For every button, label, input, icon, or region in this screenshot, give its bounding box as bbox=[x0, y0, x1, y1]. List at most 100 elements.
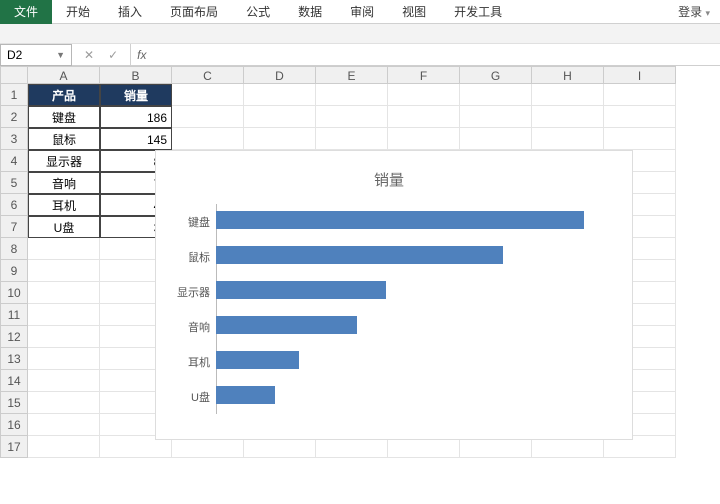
row-header[interactable]: 7 bbox=[0, 216, 28, 238]
column-header[interactable]: D bbox=[244, 66, 316, 84]
row-header[interactable]: 8 bbox=[0, 238, 28, 260]
chart-bar-row: 显示器 bbox=[166, 274, 612, 309]
chart-plot: 键盘鼠标显示器音响耳机U盘 bbox=[166, 204, 612, 414]
cell[interactable] bbox=[28, 326, 100, 348]
row-header[interactable]: 1 bbox=[0, 84, 28, 106]
row-header[interactable]: 17 bbox=[0, 436, 28, 458]
row-header[interactable]: 6 bbox=[0, 194, 28, 216]
chart-bar-row: 键盘 bbox=[166, 204, 612, 239]
column-header[interactable]: A bbox=[28, 66, 100, 84]
row-header[interactable]: 9 bbox=[0, 260, 28, 282]
column-header[interactable]: C bbox=[172, 66, 244, 84]
cell[interactable] bbox=[532, 128, 604, 150]
cell[interactable] bbox=[316, 84, 388, 106]
column-header[interactable]: B bbox=[100, 66, 172, 84]
cell[interactable]: 耳机 bbox=[28, 194, 100, 216]
cell[interactable] bbox=[388, 84, 460, 106]
cell[interactable] bbox=[244, 84, 316, 106]
select-all-corner[interactable] bbox=[0, 66, 28, 84]
cell[interactable] bbox=[532, 106, 604, 128]
enter-icon[interactable]: ✓ bbox=[108, 48, 118, 62]
row: 1产品销量 bbox=[0, 84, 720, 106]
cell[interactable] bbox=[28, 436, 100, 458]
row-header[interactable]: 12 bbox=[0, 326, 28, 348]
cell[interactable] bbox=[28, 392, 100, 414]
row-header[interactable]: 4 bbox=[0, 150, 28, 172]
cell[interactable] bbox=[28, 282, 100, 304]
cell[interactable] bbox=[460, 106, 532, 128]
chevron-down-icon[interactable]: ▼ bbox=[56, 50, 65, 60]
row-header[interactable]: 11 bbox=[0, 304, 28, 326]
cell[interactable]: 显示器 bbox=[28, 150, 100, 172]
row-header[interactable]: 10 bbox=[0, 282, 28, 304]
column-header[interactable]: G bbox=[460, 66, 532, 84]
chart-bar-row: 音响 bbox=[166, 309, 612, 344]
cell[interactable] bbox=[604, 84, 676, 106]
column-header[interactable]: I bbox=[604, 66, 676, 84]
cell[interactable]: 产品 bbox=[28, 84, 100, 106]
chart-category-label: 键盘 bbox=[166, 214, 216, 230]
cell[interactable]: U盘 bbox=[28, 216, 100, 238]
column-header[interactable]: E bbox=[316, 66, 388, 84]
name-box[interactable]: D2 ▼ bbox=[0, 44, 72, 66]
cell[interactable] bbox=[532, 84, 604, 106]
cell[interactable] bbox=[604, 106, 676, 128]
row-header[interactable]: 2 bbox=[0, 106, 28, 128]
cell[interactable] bbox=[28, 348, 100, 370]
cell[interactable]: 186 bbox=[100, 106, 172, 128]
ribbon-tab[interactable]: 插入 bbox=[104, 0, 156, 24]
cell[interactable] bbox=[388, 128, 460, 150]
ribbon-tab[interactable]: 审阅 bbox=[336, 0, 388, 24]
column-header[interactable]: F bbox=[388, 66, 460, 84]
ribbon-tab[interactable]: 公式 bbox=[232, 0, 284, 24]
column-header[interactable]: H bbox=[532, 66, 604, 84]
cell[interactable] bbox=[316, 106, 388, 128]
row-header[interactable]: 13 bbox=[0, 348, 28, 370]
cell[interactable] bbox=[460, 84, 532, 106]
cell[interactable]: 145 bbox=[100, 128, 172, 150]
row-header[interactable]: 3 bbox=[0, 128, 28, 150]
login-label: 登录 bbox=[678, 5, 702, 19]
ribbon-tab[interactable]: 视图 bbox=[388, 0, 440, 24]
ribbon-tab[interactable]: 数据 bbox=[284, 0, 336, 24]
cell[interactable]: 鼠标 bbox=[28, 128, 100, 150]
cell[interactable] bbox=[28, 260, 100, 282]
row-header[interactable]: 16 bbox=[0, 414, 28, 436]
ribbon: 文件 开始插入页面布局公式数据审阅视图开发工具 登录 ▾ bbox=[0, 0, 720, 24]
cell[interactable] bbox=[244, 128, 316, 150]
cell[interactable] bbox=[604, 128, 676, 150]
cell[interactable] bbox=[28, 370, 100, 392]
row-header[interactable]: 14 bbox=[0, 370, 28, 392]
cancel-icon[interactable]: ✕ bbox=[84, 48, 94, 62]
row: 3鼠标145 bbox=[0, 128, 720, 150]
chart[interactable]: 销量 键盘鼠标显示器音响耳机U盘 bbox=[155, 150, 633, 440]
cell[interactable]: 销量 bbox=[100, 84, 172, 106]
login-button[interactable]: 登录 ▾ bbox=[668, 3, 720, 20]
name-box-value: D2 bbox=[7, 48, 22, 62]
cell[interactable] bbox=[172, 84, 244, 106]
cell[interactable] bbox=[28, 414, 100, 436]
cell[interactable]: 音响 bbox=[28, 172, 100, 194]
ribbon-tab[interactable]: 开发工具 bbox=[440, 0, 516, 24]
cell[interactable] bbox=[460, 128, 532, 150]
fx-label[interactable]: fx bbox=[130, 44, 146, 65]
cell[interactable] bbox=[316, 128, 388, 150]
ribbon-tab[interactable]: 开始 bbox=[52, 0, 104, 24]
chevron-down-icon: ▾ bbox=[705, 8, 710, 18]
cell[interactable] bbox=[244, 106, 316, 128]
row-header[interactable]: 15 bbox=[0, 392, 28, 414]
tab-file[interactable]: 文件 bbox=[0, 0, 52, 24]
chart-category-label: 音响 bbox=[166, 319, 216, 335]
ribbon-tab[interactable]: 页面布局 bbox=[156, 0, 232, 24]
cell[interactable] bbox=[172, 128, 244, 150]
cell[interactable]: 键盘 bbox=[28, 106, 100, 128]
cell[interactable] bbox=[28, 238, 100, 260]
chart-bar-row: U盘 bbox=[166, 379, 612, 414]
cell[interactable] bbox=[388, 106, 460, 128]
chart-bar bbox=[216, 351, 299, 369]
cell[interactable] bbox=[172, 106, 244, 128]
chart-bar-row: 耳机 bbox=[166, 344, 612, 379]
row-header[interactable]: 5 bbox=[0, 172, 28, 194]
chart-bar bbox=[216, 246, 503, 264]
cell[interactable] bbox=[28, 304, 100, 326]
